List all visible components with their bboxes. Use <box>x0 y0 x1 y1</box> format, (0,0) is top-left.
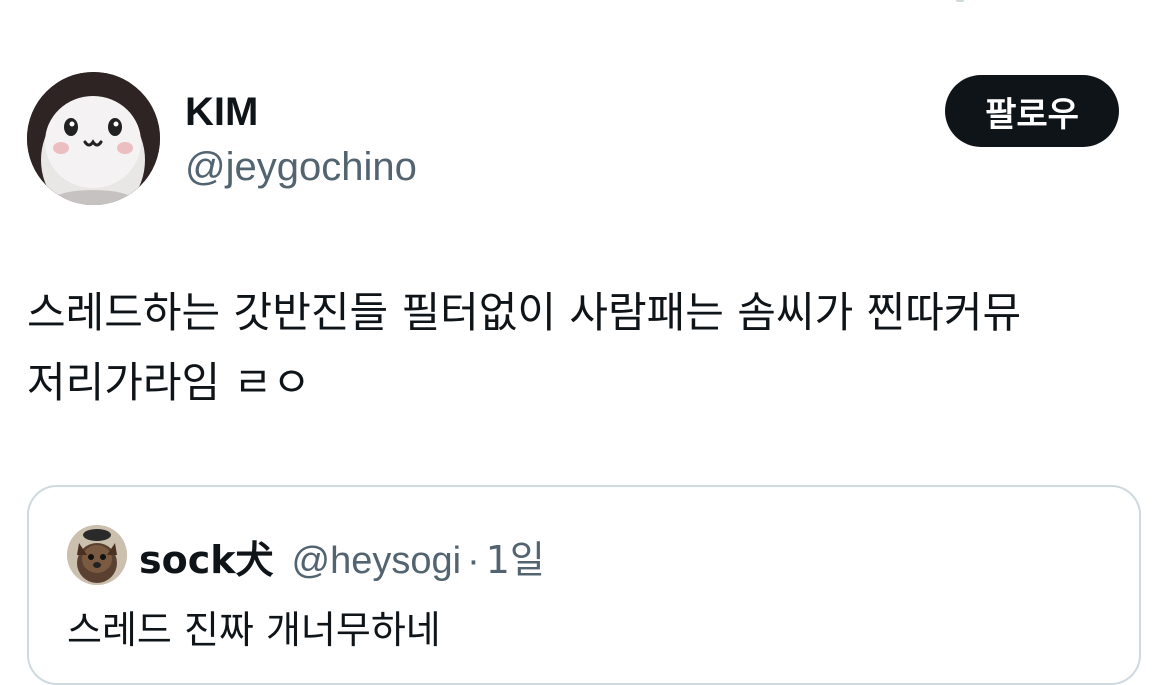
author-avatar[interactable] <box>27 72 160 205</box>
top-edge-fragment <box>956 0 964 2</box>
tweet-text: 스레드하는 갓반진들 필터없이 사람패는 솜씨가 찐따커뮤 저리가라임 ㄹㅇ <box>27 288 1022 407</box>
author-display-name[interactable]: KIM <box>185 86 417 138</box>
separator-dot: · <box>467 540 480 582</box>
quoted-author-display-name[interactable]: sock犬 <box>139 529 274 584</box>
author-names: KIM @jeygochino <box>185 86 417 196</box>
quoted-author-avatar[interactable] <box>67 525 127 585</box>
quoted-author-handle[interactable]: @heysogi <box>292 540 462 583</box>
quoted-tweet-text: 스레드 진짜 개너무하네 <box>67 608 441 652</box>
quoted-tweet-timestamp[interactable]: 1일 <box>486 529 545 584</box>
tweet-header: KIM @jeygochino 팔로우 <box>27 72 1119 206</box>
quoted-tweet-header: sock犬 @heysogi · 1일 <box>139 529 545 584</box>
quoted-tweet-card[interactable]: sock犬 @heysogi · 1일 스레드 진짜 개너무하네 <box>27 485 1141 685</box>
cartoon-face-icon <box>27 72 160 205</box>
dog-icon <box>67 525 127 585</box>
follow-button[interactable]: 팔로우 <box>945 75 1119 147</box>
author-handle[interactable]: @jeygochino <box>185 138 417 196</box>
